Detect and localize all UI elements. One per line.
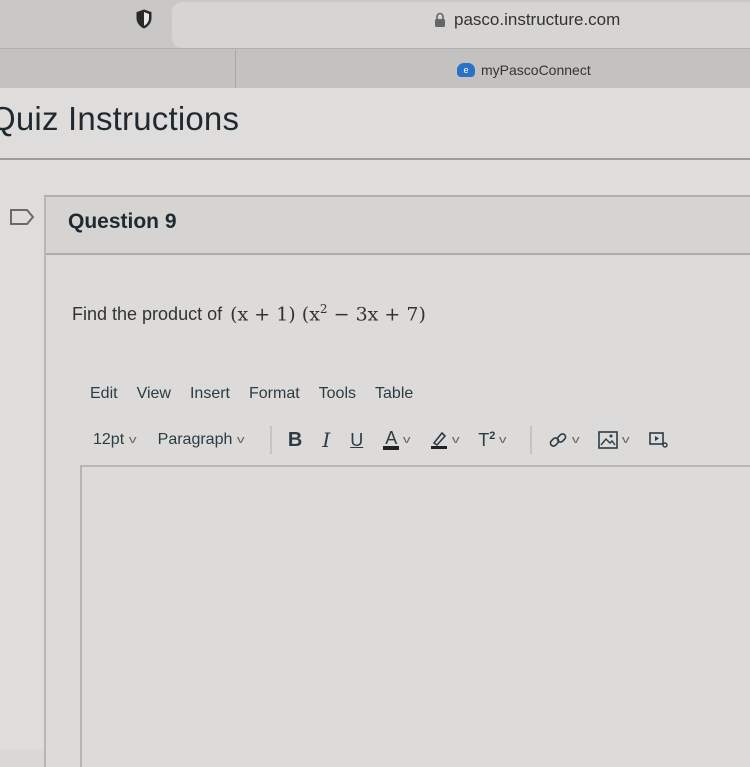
chevron-down-icon: v [403,434,411,446]
link-icon [549,433,567,447]
image-icon [598,431,619,449]
chevron-down-icon: v [237,434,245,446]
chevron-down-icon: v [571,434,580,446]
factor-2-rest: − 3x + 7) [333,303,426,326]
title-divider [0,158,750,160]
menu-edit[interactable]: Edit [90,385,118,403]
block-format-value: Paragraph [157,431,233,448]
toolbar-separator [269,426,272,454]
highlighter-icon [430,431,447,449]
bookmarks-bar [0,48,750,89]
bold-button[interactable]: B [288,429,302,452]
cloud-icon: e [457,63,475,77]
math-expression: (x + 1) (x2 − 3x + 7) [230,302,426,325]
font-size-value: 12pt [93,431,125,448]
menu-view[interactable]: View [137,385,171,403]
menu-tools[interactable]: Tools [319,385,356,403]
image-button[interactable]: v [598,431,630,449]
superscript-icon: T2 [478,429,496,450]
shield-icon[interactable] [136,9,152,29]
menu-format[interactable]: Format [249,385,300,403]
toolbar-separator [529,426,532,454]
media-button[interactable] [649,431,669,449]
italic-button[interactable]: I [322,428,330,452]
editor-toolbar: 12pt v Paragraph v B I U A v v T2 v v v [93,426,750,454]
bookmark-mypascoconnect[interactable]: e myPascoConnect [457,62,591,78]
question-prompt: Find the product of (x + 1) (x2 − 3x + 7… [72,302,426,325]
prompt-text: Find the product of [72,304,223,325]
underline-button[interactable]: U [350,430,363,451]
page-title: Quiz Instructions [0,100,240,137]
answer-editor[interactable] [80,465,750,767]
chevron-down-icon: v [499,434,507,446]
url-text[interactable]: pasco.instructure.com [454,10,620,30]
chevron-down-icon: v [451,434,460,446]
media-icon [649,432,668,448]
factor-2-open: (x [301,303,320,326]
chevron-down-icon: v [129,434,137,446]
superscript-button[interactable]: T2 v [478,429,507,451]
text-color-icon: A [383,428,400,450]
menu-table[interactable]: Table [375,385,413,403]
menu-insert[interactable]: Insert [190,385,230,403]
editor-menubar: Edit View Insert Format Tools Table [90,385,432,403]
factor-2-exponent: 2 [319,302,328,316]
factor-1: (x + 1) [230,303,296,326]
font-size-select[interactable]: 12pt v [93,431,137,449]
chevron-down-icon: v [622,434,630,446]
text-color-button[interactable]: A v [383,428,411,450]
bookmark-label: myPascoConnect [481,62,591,78]
link-button[interactable]: v [548,430,579,450]
highlight-color-button[interactable]: v [430,430,459,450]
lock-icon [435,12,445,27]
bookmarks-divider [235,50,236,88]
question-title: Question 9 [68,210,177,233]
bookmark-flag-icon[interactable] [9,208,35,226]
block-format-select[interactable]: Paragraph v [157,431,245,449]
